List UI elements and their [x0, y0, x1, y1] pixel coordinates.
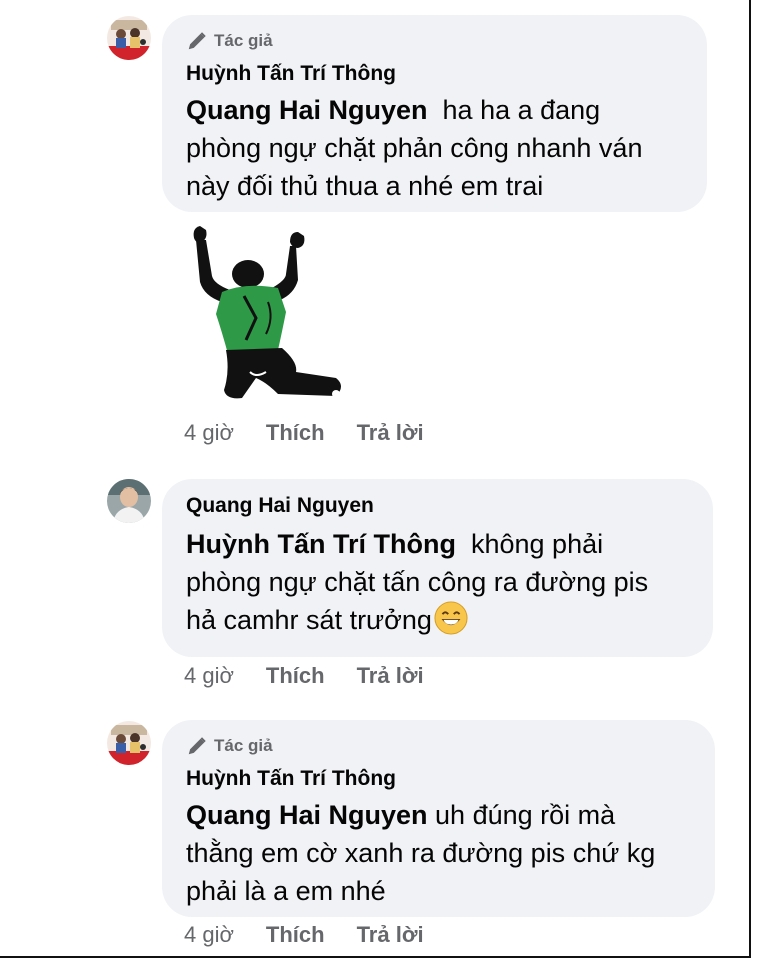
grinning-face-emoji: [434, 601, 468, 635]
comment-actions: 4 giờ Thích Trả lời: [184, 420, 456, 446]
comment-author-name[interactable]: Huỳnh Tấn Trí Thông: [186, 61, 683, 87]
comment-text: Huỳnh Tấn Trí Thông không phải phòng ngự…: [186, 525, 689, 639]
author-badge-label: Tác giả: [214, 31, 273, 50]
mention-link[interactable]: Quang Hai Nguyen: [186, 800, 428, 830]
author-badge: Tác giả: [186, 29, 683, 53]
pencil-icon: [188, 32, 206, 50]
mention-link[interactable]: Quang Hai Nguyen: [186, 95, 428, 125]
celebrating-football-player-sticker[interactable]: [186, 222, 348, 402]
like-button[interactable]: Thích: [266, 663, 325, 689]
comment-text-line-2: phòng ngự chặt phản công nhanh ván: [186, 133, 643, 163]
comment-text: Quang Hai Nguyen ha ha a đang phòng ngự …: [186, 91, 683, 205]
comment-text-line-1: uh đúng rồi mà: [427, 800, 616, 830]
comment-bubble: Tác giả Huỳnh Tấn Trí Thông Quang Hai Ng…: [162, 720, 715, 917]
reply-button[interactable]: Trả lời: [357, 922, 424, 948]
comment-text-line-2: thằng em cờ xanh ra đường pis chứ kg: [186, 838, 656, 868]
avatar-quang-hai-nguyen[interactable]: [107, 479, 151, 523]
comment-actions: 4 giờ Thích Trả lời: [184, 922, 456, 948]
mention-link[interactable]: Huỳnh Tấn Trí Thông: [186, 529, 456, 559]
pencil-icon: [188, 737, 206, 755]
avatar-image: [107, 721, 151, 765]
comment-text-line-3: này đối thủ thua a nhé em trai: [186, 171, 544, 201]
comment-timestamp[interactable]: 4 giờ: [184, 663, 234, 689]
reply-button[interactable]: Trả lời: [357, 420, 424, 446]
comment-bubble: Tác giả Huỳnh Tấn Trí Thông Quang Hai Ng…: [162, 15, 707, 212]
avatar-image: [107, 479, 151, 523]
comment-text-line-3: hả camhr sát trưởng: [186, 605, 432, 635]
like-button[interactable]: Thích: [266, 420, 325, 446]
comment-actions: 4 giờ Thích Trả lời: [184, 663, 456, 689]
avatar-huynh-tan-tri-thong[interactable]: [107, 16, 151, 60]
comment-text-line-2: phòng ngự chặt tấn công ra đường pis: [186, 567, 649, 597]
comment-text-line-3: phải là a em nhé: [186, 876, 386, 906]
comment-timestamp[interactable]: 4 giờ: [184, 922, 234, 948]
comment-text-line-1: không phải: [455, 529, 604, 559]
comment-text: Quang Hai Nguyen uh đúng rồi mà thằng em…: [186, 796, 691, 910]
comment-author-name[interactable]: Quang Hai Nguyen: [186, 493, 689, 519]
avatar-huynh-tan-tri-thong[interactable]: [107, 721, 151, 765]
reply-button[interactable]: Trả lời: [357, 663, 424, 689]
comment-author-name[interactable]: Huỳnh Tấn Trí Thông: [186, 766, 691, 792]
comment-timestamp[interactable]: 4 giờ: [184, 420, 234, 446]
avatar-image: [107, 16, 151, 60]
comment-bubble: Quang Hai Nguyen Huỳnh Tấn Trí Thông khô…: [162, 479, 713, 657]
like-button[interactable]: Thích: [266, 922, 325, 948]
author-badge: Tác giả: [186, 734, 691, 758]
author-badge-label: Tác giả: [214, 736, 273, 755]
comment-text-line-1: ha ha a đang: [427, 95, 601, 125]
